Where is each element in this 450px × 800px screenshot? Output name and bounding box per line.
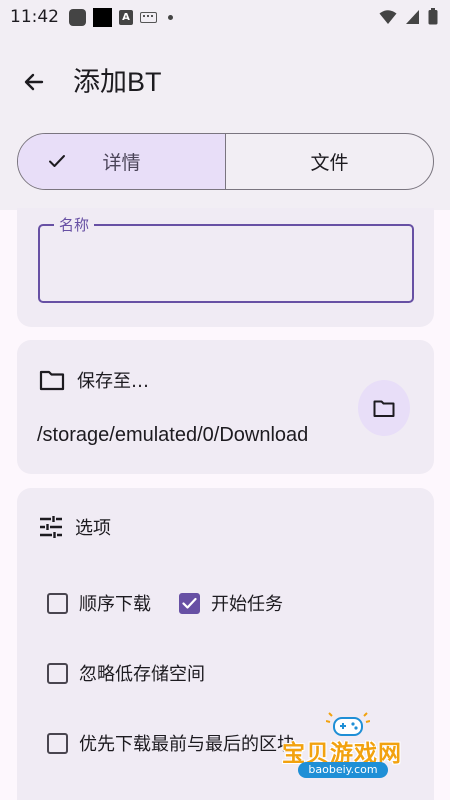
watermark-url: baobeiy.com	[298, 762, 388, 778]
save-location-heading: 保存至…	[77, 371, 149, 392]
watermark: 宝贝游戏网 baobeiy.com	[276, 712, 426, 784]
app-icon	[69, 8, 86, 26]
top-app-bar: 添加BT 详情 文件	[0, 34, 450, 210]
battery-icon	[428, 8, 438, 25]
black-square-icon	[93, 7, 112, 27]
name-field-label: 名称	[54, 215, 95, 235]
cellular-signal-icon	[406, 9, 419, 24]
start-task-checkbox[interactable]	[179, 592, 200, 614]
tab-files-label: 文件	[310, 152, 349, 174]
page-title: 添加BT	[73, 67, 162, 97]
name-card: 名称	[17, 208, 434, 327]
status-right-icons	[379, 8, 438, 25]
choose-folder-button[interactable]	[358, 380, 410, 436]
ignore-low-storage-checkbox[interactable]	[47, 662, 68, 684]
options-header: 选项	[39, 514, 111, 540]
back-button[interactable]	[14, 62, 54, 102]
keyboard-icon	[140, 11, 157, 23]
wifi-icon	[379, 9, 397, 24]
options-heading: 选项	[75, 518, 111, 539]
prioritize-first-last-label: 优先下载最前与最后的区块	[79, 734, 295, 755]
checkmark-icon	[182, 597, 197, 609]
save-location-header: 保存至…	[39, 367, 149, 393]
check-icon	[49, 155, 65, 167]
tab-details-label: 详情	[102, 152, 141, 174]
status-time: 11:42	[10, 7, 59, 27]
segmented-tabs: 详情 文件	[17, 133, 434, 190]
status-bar: 11:42 A	[0, 0, 450, 34]
folder-icon	[373, 400, 395, 417]
option-sequential-download[interactable]: 顺序下载	[47, 590, 151, 616]
sequential-download-label: 顺序下载	[79, 594, 151, 615]
folder-outline-icon	[39, 370, 65, 391]
dot-icon	[168, 14, 173, 20]
option-start-task[interactable]: 开始任务	[179, 590, 283, 616]
prioritize-first-last-checkbox[interactable]	[47, 732, 68, 754]
name-field[interactable]: 名称	[38, 215, 414, 303]
arrow-back-icon	[24, 73, 44, 91]
ignore-low-storage-label: 忽略低存储空间	[79, 664, 205, 685]
sequential-download-checkbox[interactable]	[47, 592, 68, 614]
start-task-label: 开始任务	[211, 594, 283, 615]
tune-icon	[40, 516, 62, 538]
save-location-card: 保存至… /storage/emulated/0/Download	[17, 340, 434, 474]
option-ignore-low-storage[interactable]: 忽略低存储空间	[47, 660, 205, 686]
a-icon: A	[119, 9, 133, 25]
tab-details[interactable]: 详情	[18, 134, 226, 189]
tab-files[interactable]: 文件	[226, 134, 433, 189]
save-path: /storage/emulated/0/Download	[37, 424, 309, 446]
option-prioritize-first-last[interactable]: 优先下载最前与最后的区块	[47, 730, 295, 756]
